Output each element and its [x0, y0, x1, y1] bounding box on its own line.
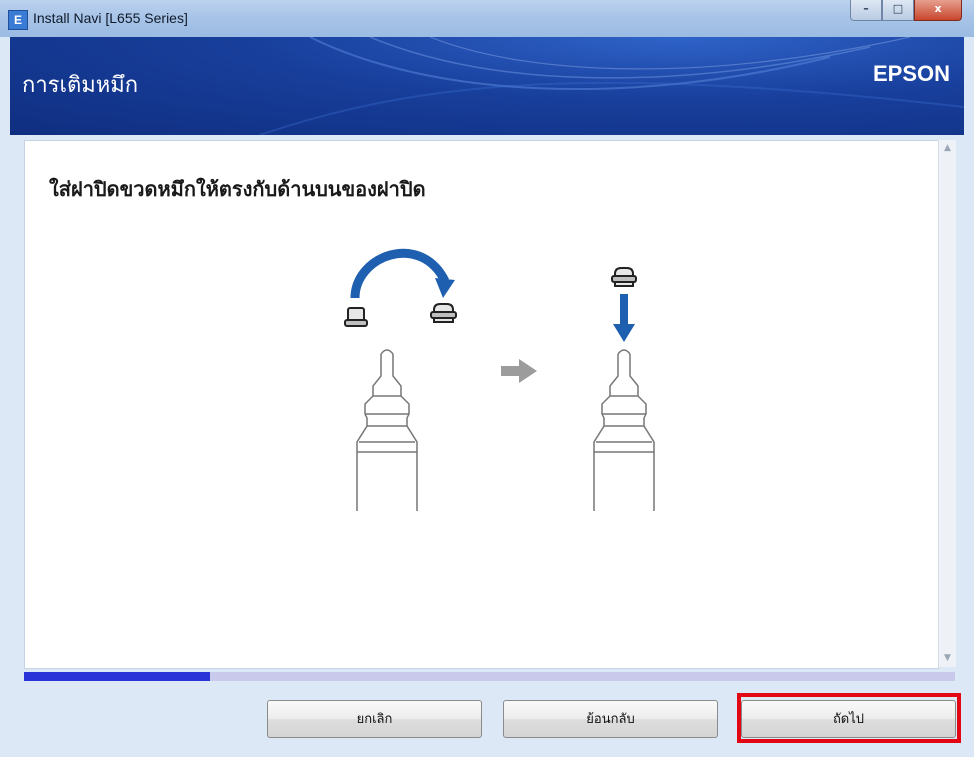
- progress-bar: [24, 672, 955, 681]
- page-title: การเติมหมึก: [22, 73, 139, 98]
- app-icon: E: [8, 10, 28, 30]
- maximize-button[interactable]: □: [882, 0, 914, 21]
- curved-arrow-head: [435, 278, 455, 298]
- scroll-up-icon[interactable]: ▲: [939, 140, 956, 157]
- content-area: ใส่ฝาปิดขวดหมึกให้ตรงกับด้านบนของฝาปิด ▲…: [10, 135, 964, 747]
- instruction-text: ใส่ฝาปิดขวดหมึกให้ตรงกับด้านบนของฝาปิด: [49, 177, 426, 201]
- scroll-down-icon[interactable]: ▼: [939, 650, 956, 667]
- cap-icon-upright: [344, 307, 368, 327]
- bottle-cap-illustration: [344, 248, 655, 511]
- cap-icon-flipped: [430, 303, 457, 323]
- window-title: Install Navi [L655 Series]: [33, 10, 188, 26]
- header-swoosh-decoration: [259, 37, 964, 135]
- title-bar[interactable]: E Install Navi [L655 Series] – □ x: [0, 0, 974, 37]
- down-arrow-icon: [613, 294, 635, 342]
- progress-bar-fill: [24, 672, 211, 681]
- vertical-scrollbar[interactable]: ▲ ▼: [938, 140, 956, 667]
- close-button[interactable]: x: [914, 0, 962, 21]
- next-button[interactable]: ถัดไป: [741, 700, 956, 738]
- cancel-button[interactable]: ยกเลิก: [267, 700, 482, 738]
- ink-bottle-right: [593, 349, 655, 511]
- installer-window: E Install Navi [L655 Series] – □ x การเต…: [0, 0, 974, 757]
- next-step-arrow-icon: [501, 359, 537, 383]
- minimize-button[interactable]: –: [850, 0, 882, 21]
- header-banner: การเติมหมึก EPSON: [10, 37, 964, 135]
- epson-logo: EPSON: [872, 61, 950, 86]
- window-controls: – □ x: [850, 0, 962, 22]
- back-button[interactable]: ย้อนกลับ: [503, 700, 718, 738]
- instruction-panel: ใส่ฝาปิดขวดหมึกให้ตรงกับด้านบนของฝาปิด: [24, 140, 939, 669]
- cap-icon-above-bottle: [611, 267, 637, 287]
- ink-bottle-left: [356, 349, 418, 511]
- curved-arrow-icon: [350, 248, 450, 299]
